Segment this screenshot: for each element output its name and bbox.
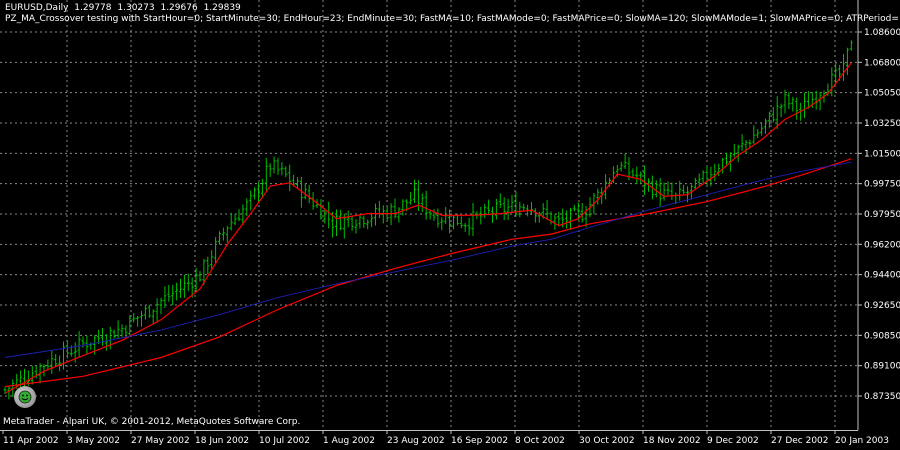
fast-ma-line	[4, 62, 852, 394]
y-tick-label: 1.05050	[864, 89, 900, 99]
x-tick-label: 9 Dec 2002	[707, 436, 759, 446]
price-axis: 1.08600 1.06800 1.05050 1.03250 1.01500 0.997…	[858, 28, 900, 402]
y-tick-label: 0.94400	[864, 271, 900, 281]
close-value: 1.29839	[203, 3, 241, 13]
x-tick-label: 8 Oct 2002	[515, 436, 565, 446]
y-tick-label: 0.96200	[864, 240, 900, 250]
x-tick-label: 18 Jun 2002	[195, 436, 249, 446]
moving-averages	[4, 62, 852, 394]
x-tick-label: 18 Nov 2002	[643, 436, 701, 446]
y-tick-label: 1.06800	[864, 58, 900, 68]
time-axis: 11 Apr 2002 3 May 2002 27 May 2002 18 Jun 2…	[2, 430, 889, 446]
x-tick-label: 10 Jul 2002	[259, 436, 310, 446]
y-tick-label: 1.08600	[864, 28, 900, 38]
y-tick-label: 0.87350	[864, 392, 900, 402]
y-tick-label: 0.99750	[864, 180, 900, 190]
price-chart[interactable]: 1.08600 1.06800 1.05050 1.03250 1.01500 0.997…	[0, 0, 900, 450]
x-tick-label: 30 Oct 2002	[579, 436, 635, 446]
open-value: 1.29778	[74, 3, 112, 13]
symbol-ohlc-line: EURUSD,Daily 1.29778 1.30273 1.29676 1.2…	[5, 3, 244, 14]
x-tick-label: 3 May 2002	[67, 436, 120, 446]
symbol-label: EURUSD,Daily	[5, 3, 69, 13]
y-tick-label: 1.03250	[864, 119, 900, 129]
chart-frame	[0, 0, 859, 431]
indicator-params: PZ_MA_Crossover testing with StartHour=0…	[5, 14, 899, 24]
x-tick-label: 27 May 2002	[131, 436, 190, 446]
x-tick-label: 20 Jan 2003	[835, 436, 889, 446]
y-tick-label: 0.92650	[864, 301, 900, 311]
x-tick-label: 23 Aug 2002	[387, 436, 445, 446]
low-value: 1.29676	[160, 3, 198, 13]
slow-ma-line	[4, 158, 852, 388]
x-tick-label: 11 Apr 2002	[3, 436, 59, 446]
copyright-text: MetaTrader - Alpari UK, © 2001-2012, Met…	[3, 417, 301, 427]
chart-window[interactable]: 1.08600 1.06800 1.05050 1.03250 1.01500 0.997…	[0, 0, 900, 450]
y-tick-label: 0.97950	[864, 210, 900, 220]
x-tick-label: 27 Dec 2002	[771, 436, 829, 446]
y-tick-label: 1.01500	[864, 149, 900, 159]
x-tick-label: 1 Aug 2002	[323, 436, 375, 446]
y-tick-label: 0.89100	[864, 362, 900, 372]
high-value: 1.30273	[117, 3, 155, 13]
y-tick-label: 0.90850	[864, 331, 900, 341]
smiley-expert-icon[interactable]	[14, 386, 36, 408]
x-tick-label: 16 Sep 2002	[451, 436, 508, 446]
